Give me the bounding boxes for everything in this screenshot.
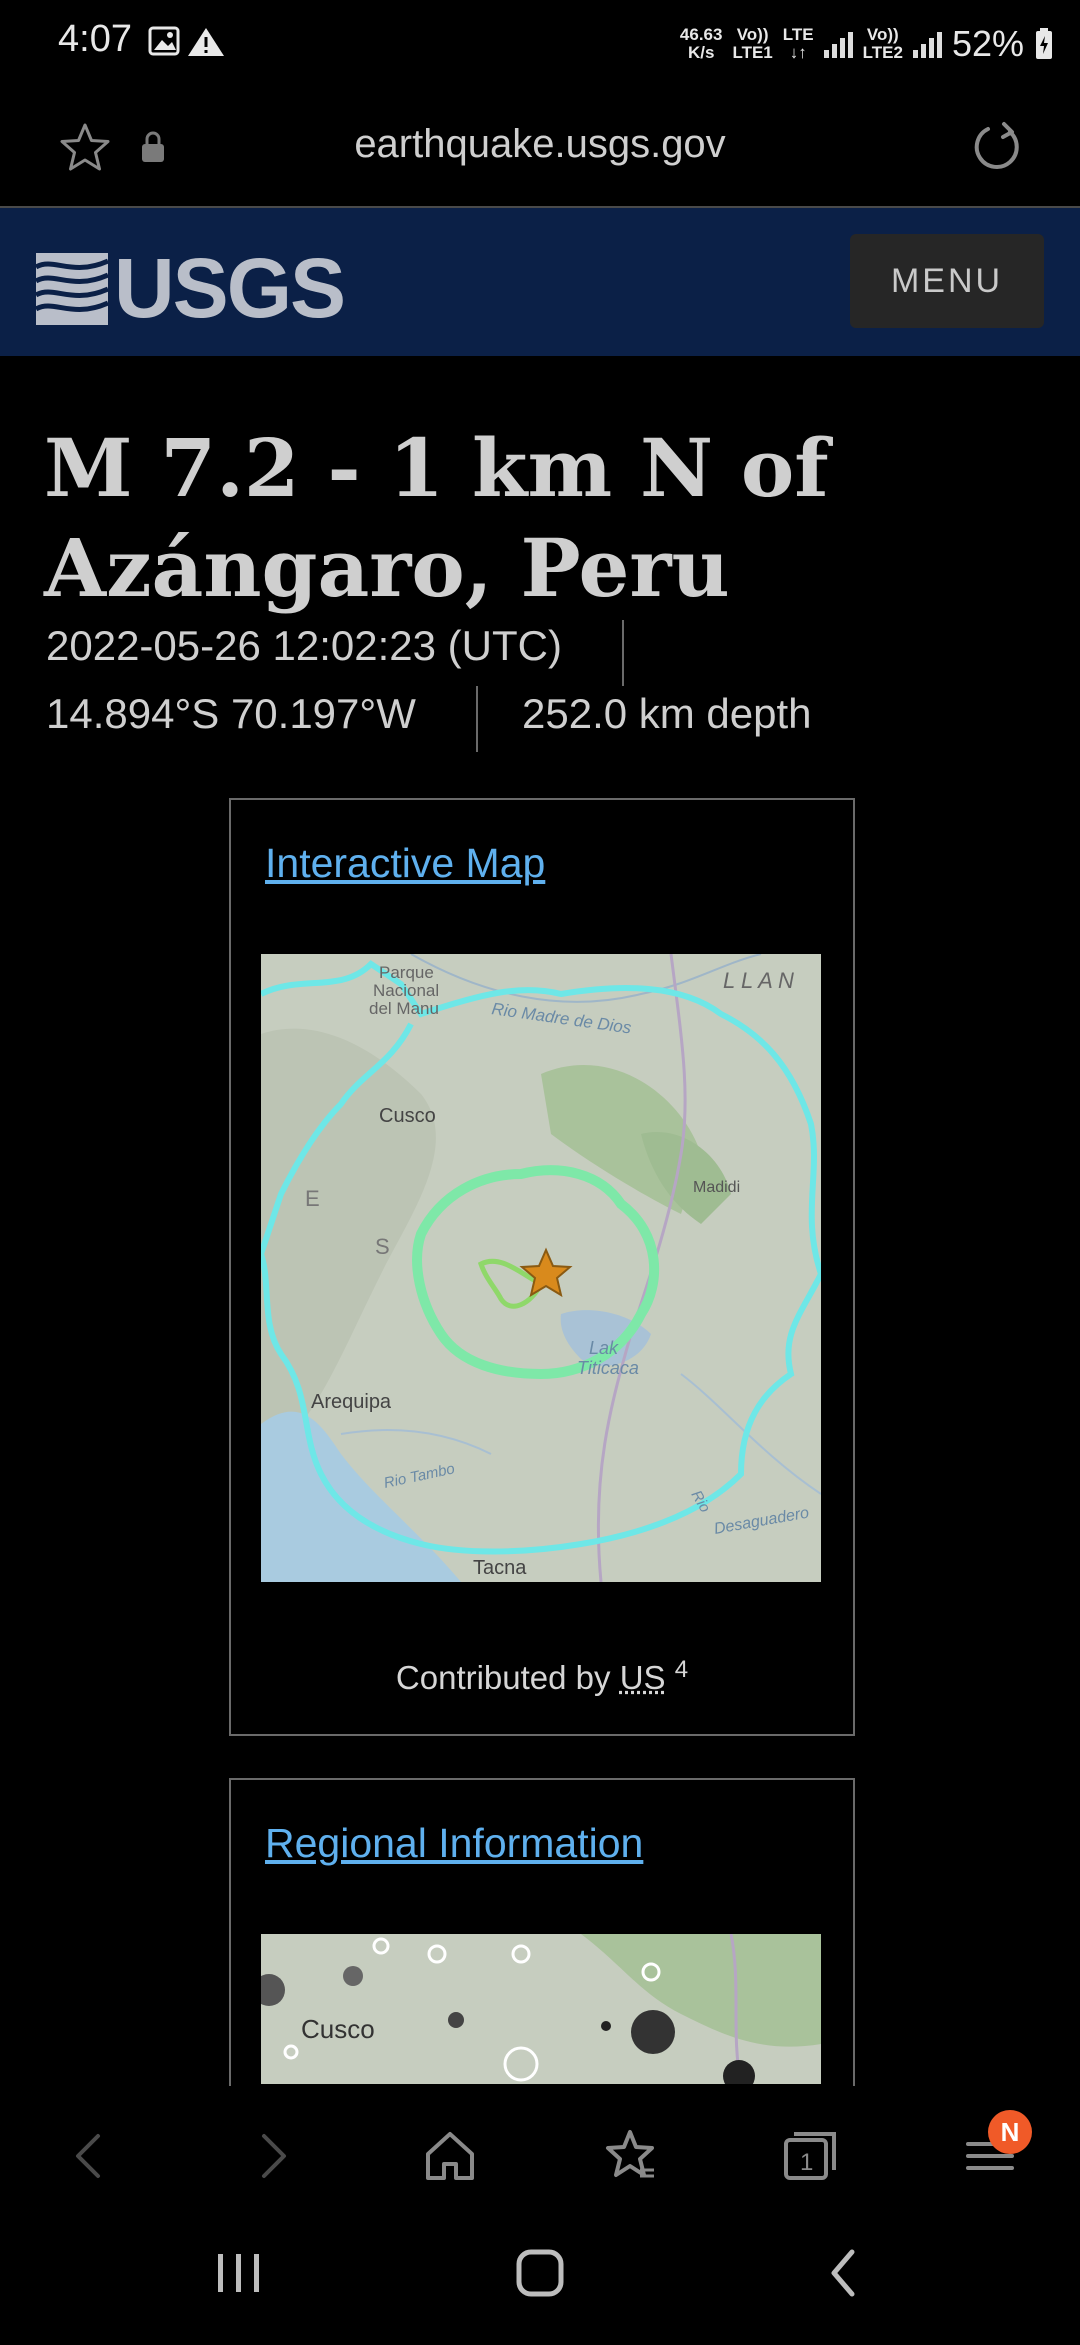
map-label: Lak [589,1338,619,1358]
url-text[interactable]: earthquake.usgs.gov [0,122,1080,167]
event-coordinates: 14.894°S 70.197°W [46,690,416,737]
contributor-link[interactable]: US [620,1659,666,1696]
map-label: Nacional [373,981,439,1000]
notification-badge: N [988,2110,1032,2154]
site-header: USGS MENU [0,208,1080,356]
tabs-icon[interactable]: 1 [780,2126,840,2186]
sim1-label: Vo)) LTE1 [732,25,773,62]
home-nav-icon[interactable] [516,2249,564,2297]
address-bar: earthquake.usgs.gov [0,90,1080,208]
interactive-map-link[interactable]: Interactive Map [265,840,545,887]
home-icon[interactable] [420,2126,480,2186]
signal-icon [823,30,853,58]
regional-map-thumbnail[interactable]: Cusco [261,1934,821,2084]
interactive-map-card: Interactive Map Parque Nacional del Manu… [229,798,855,1736]
map-label: Cusco [379,1105,436,1127]
status-bar: 4:07 46.63 K/s Vo)) LTE1 LTE ↓↑ Vo)) LTE… [0,0,1080,90]
interactive-map-thumbnail[interactable]: Parque Nacional del Manu L L A N Rio Mad… [261,954,821,1582]
menu-button[interactable]: MENU [850,234,1044,328]
browser-toolbar: 1 [0,2086,1080,2220]
contributor-count: 4 [674,1656,689,1683]
battery-charging-icon [1036,28,1052,59]
map-label: S [375,1234,390,1259]
contributed-by: Contributed by US 4 [395,1656,689,1696]
clock: 4:07 [58,18,132,60]
map-label: del Manu [369,999,439,1018]
separator [476,686,478,752]
map-label: Arequipa [311,1391,392,1413]
map-label: Cusco [301,2014,375,2044]
net-speed: 46.63 K/s [679,25,723,62]
recents-icon[interactable] [218,2254,259,2292]
map-label: L L A N [723,968,794,993]
map-label: Titicaca [577,1358,639,1378]
reload-icon[interactable] [970,120,1024,179]
event-datetime: 2022-05-26 12:02:23 (UTC) [46,622,562,669]
status-left-icons [148,24,228,63]
bookmarks-icon[interactable] [600,2126,660,2186]
system-navigation-bar [0,2220,1080,2340]
battery-percent: 52% [951,23,1024,64]
usgs-wave-icon [36,252,108,325]
page-title: M 7.2 - 1 km N of Azángaro, Peru [44,421,829,615]
sim2-label: Vo)) LTE2 [862,25,903,62]
map-label: Parque [379,963,434,982]
event-depth: 252.0 km depth [522,690,812,737]
lte-label: LTE ↓↑ [782,25,814,62]
warning-icon [188,28,224,56]
map-label: Tacna [473,1557,527,1579]
regional-info-card: Regional Information Cusco [229,1778,855,2100]
logo-text: USGS [114,241,346,335]
forward-icon[interactable] [242,2126,302,2186]
back-icon[interactable] [60,2126,120,2186]
tabs-count: 1 [800,2149,813,2176]
signal-icon [912,30,942,58]
gallery-icon [148,26,180,56]
map-label: Madidi [693,1179,740,1196]
usgs-logo[interactable]: USGS [36,240,346,337]
separator [622,620,624,686]
map-label: E [305,1186,320,1211]
status-right: 46.63 K/s Vo)) LTE1 LTE ↓↑ Vo)) LTE2 52% [680,14,1054,74]
regional-info-link[interactable]: Regional Information [265,1820,643,1867]
back-nav-icon[interactable] [831,2249,855,2297]
